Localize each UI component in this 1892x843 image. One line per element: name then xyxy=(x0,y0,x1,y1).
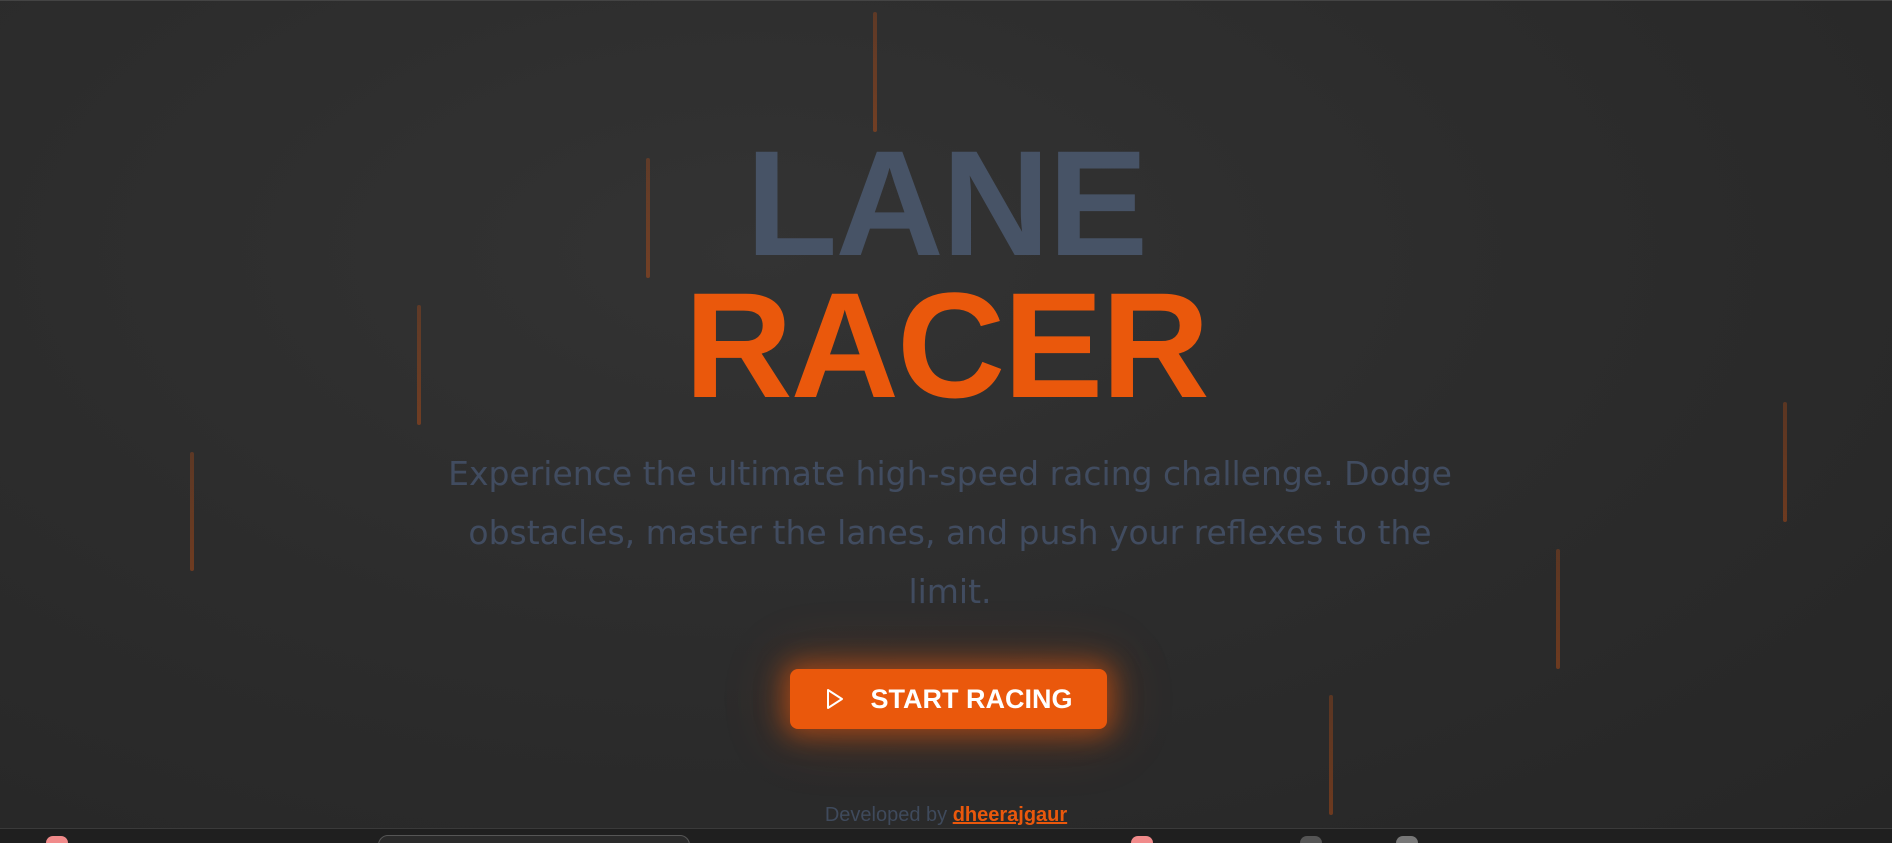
lane-streak xyxy=(190,452,194,571)
start-racing-button[interactable]: START RACING xyxy=(790,669,1107,729)
game-start-screen: LANE RACER Experience the ultimate high-… xyxy=(0,0,1892,843)
taskbar-app-icon[interactable] xyxy=(1396,836,1418,843)
taskbar-search[interactable] xyxy=(378,835,690,843)
footer-prefix: Developed by xyxy=(824,804,948,826)
taskbar-app-icon[interactable] xyxy=(1131,836,1153,843)
lane-streak xyxy=(1556,549,1560,669)
footer-credit: Developed by dheerajgaur xyxy=(0,804,1892,827)
author-link[interactable]: dheerajgaur xyxy=(953,804,1067,826)
title-racer: RACER xyxy=(684,261,1209,429)
title-lane: LANE xyxy=(745,119,1148,287)
lane-streak xyxy=(1783,402,1787,522)
start-racing-label: START RACING xyxy=(870,683,1073,714)
tagline: Experience the ultimate high-speed racin… xyxy=(448,454,1452,611)
lane-streak xyxy=(1329,695,1333,815)
taskbar xyxy=(0,828,1892,843)
play-icon xyxy=(825,688,845,710)
lane-streak xyxy=(873,12,877,132)
taskbar-app-icon[interactable] xyxy=(46,836,68,843)
taskbar-app-icon[interactable] xyxy=(1300,836,1322,843)
top-border xyxy=(0,0,1892,1)
